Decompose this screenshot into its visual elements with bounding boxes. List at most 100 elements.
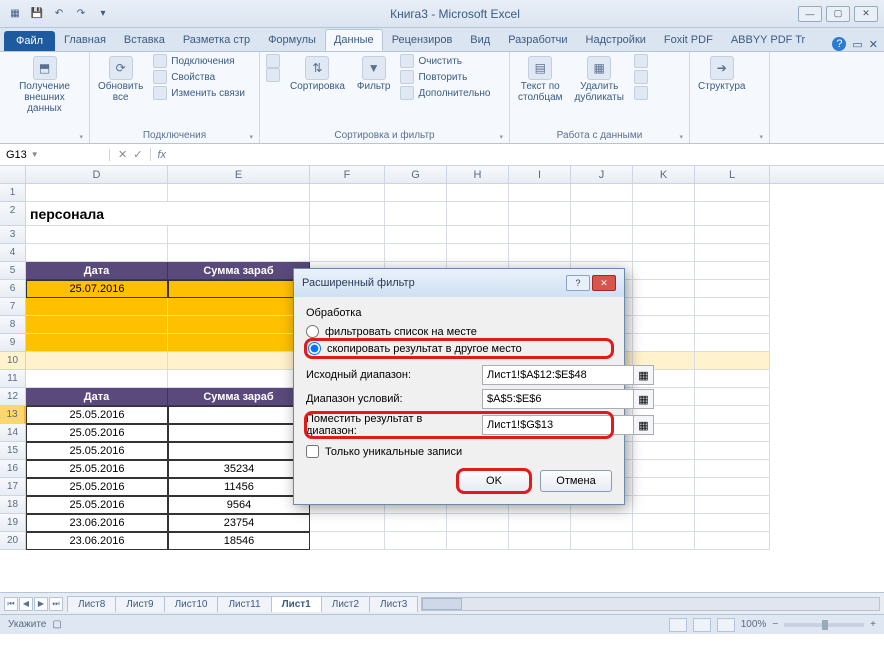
dialog-titlebar[interactable]: Расширенный фильтр ? ✕ (294, 269, 624, 297)
ribbon-minimize-icon[interactable]: ▭ (852, 38, 862, 51)
cell[interactable] (168, 424, 310, 442)
cell[interactable] (695, 478, 770, 496)
cell[interactable]: 18546 (168, 532, 310, 550)
cell[interactable] (695, 406, 770, 424)
cell[interactable] (695, 298, 770, 316)
get-external-data-button[interactable]: ⬒Получение внешних данных (6, 54, 83, 116)
cell[interactable] (26, 298, 168, 316)
row-header[interactable]: 11 (0, 370, 26, 388)
cell[interactable]: 25.05.2016 (26, 424, 168, 442)
refresh-all-button[interactable]: ⟳Обновить все (96, 54, 145, 105)
col-header-D[interactable]: D (26, 166, 168, 183)
cell[interactable]: 9564 (168, 496, 310, 514)
row-header[interactable]: 3 (0, 226, 26, 244)
cell[interactable] (26, 316, 168, 334)
cell[interactable] (633, 514, 695, 532)
sheet-tab[interactable]: Лист10 (164, 596, 219, 612)
cell[interactable] (695, 424, 770, 442)
row-header[interactable]: 20 (0, 532, 26, 550)
cell[interactable] (168, 184, 310, 202)
cell[interactable]: 25.05.2016 (26, 406, 168, 424)
cell[interactable]: 25.05.2016 (26, 442, 168, 460)
cell[interactable] (633, 334, 695, 352)
consolidate-button[interactable] (634, 70, 648, 84)
cell[interactable] (633, 532, 695, 550)
row-header[interactable]: 6 (0, 280, 26, 298)
save-icon[interactable]: 💾 (28, 5, 46, 23)
cell[interactable] (571, 244, 633, 262)
cell[interactable] (310, 226, 385, 244)
namebox-dropdown-icon[interactable]: ▼ (31, 150, 39, 159)
cell[interactable]: 23754 (168, 514, 310, 532)
cell[interactable] (168, 406, 310, 424)
excel-icon[interactable]: ▦ (6, 5, 24, 23)
cell[interactable] (509, 226, 571, 244)
sheet-nav-last-icon[interactable]: ⏭ (49, 597, 63, 611)
zoom-slider[interactable] (784, 623, 864, 627)
cell[interactable] (168, 370, 310, 388)
dialog-help-button[interactable]: ? (566, 275, 590, 291)
col-header-G[interactable]: G (385, 166, 447, 183)
cell[interactable] (695, 460, 770, 478)
cell[interactable] (168, 352, 310, 370)
sort-button[interactable]: ⇅Сортировка (288, 54, 347, 94)
row-header[interactable]: 9 (0, 334, 26, 352)
cell[interactable] (695, 202, 770, 226)
cell[interactable]: 23.06.2016 (26, 514, 168, 532)
cell[interactable] (695, 370, 770, 388)
redo-icon[interactable]: ↷ (72, 5, 90, 23)
check-unique[interactable]: Только уникальные записи (306, 445, 612, 458)
row-header[interactable]: 10 (0, 352, 26, 370)
row-header[interactable]: 15 (0, 442, 26, 460)
view-normal-icon[interactable] (669, 618, 687, 632)
cell[interactable] (310, 202, 385, 226)
row-header[interactable]: 13 (0, 406, 26, 424)
cell[interactable] (26, 370, 168, 388)
tab-formulas[interactable]: Формулы (259, 29, 325, 51)
cell[interactable] (26, 334, 168, 352)
cell[interactable] (509, 184, 571, 202)
zoom-in-icon[interactable]: + (870, 619, 876, 630)
cell[interactable] (571, 202, 633, 226)
row-header[interactable]: 1 (0, 184, 26, 202)
row-header[interactable]: 16 (0, 460, 26, 478)
maximize-button[interactable]: ▢ (826, 6, 850, 22)
cell[interactable] (571, 226, 633, 244)
tab-review[interactable]: Рецензиров (383, 29, 462, 51)
cell[interactable]: 23.06.2016 (26, 532, 168, 550)
row-header[interactable]: 19 (0, 514, 26, 532)
cell[interactable] (695, 280, 770, 298)
cell[interactable] (447, 244, 509, 262)
cell[interactable]: 25.05.2016 (26, 478, 168, 496)
col-header-E[interactable]: E (168, 166, 310, 183)
cell[interactable] (571, 184, 633, 202)
cell[interactable] (633, 442, 695, 460)
cell[interactable] (385, 184, 447, 202)
cancel-button[interactable]: Отмена (540, 470, 612, 492)
sheet-tab[interactable]: Лист3 (369, 596, 418, 612)
row-header[interactable]: 4 (0, 244, 26, 262)
tab-file[interactable]: Файл (4, 31, 55, 51)
cell[interactable]: Дата (26, 262, 168, 280)
qat-more-icon[interactable]: ▾ (94, 5, 112, 23)
horizontal-scrollbar[interactable] (421, 597, 880, 611)
row-header[interactable]: 14 (0, 424, 26, 442)
row-header[interactable]: 5 (0, 262, 26, 280)
zoom-level[interactable]: 100% (741, 619, 767, 630)
range-picker-icon[interactable]: ▦ (634, 415, 654, 435)
cell[interactable] (168, 244, 310, 262)
row-header[interactable]: 18 (0, 496, 26, 514)
select-all-corner[interactable] (0, 166, 26, 183)
cell[interactable] (695, 334, 770, 352)
radio-copy-to[interactable]: скопировать результат в другое место (306, 340, 612, 357)
filter-button[interactable]: ▼Фильтр (355, 54, 393, 94)
cell[interactable] (633, 280, 695, 298)
row-header[interactable]: 17 (0, 478, 26, 496)
row-header[interactable]: 2 (0, 202, 26, 226)
cell[interactable] (571, 532, 633, 550)
cell[interactable] (310, 244, 385, 262)
cell[interactable] (695, 226, 770, 244)
cell[interactable]: Сумма зараб (168, 388, 310, 406)
doc-close-icon[interactable]: ✕ (869, 38, 878, 51)
col-header-I[interactable]: I (509, 166, 571, 183)
